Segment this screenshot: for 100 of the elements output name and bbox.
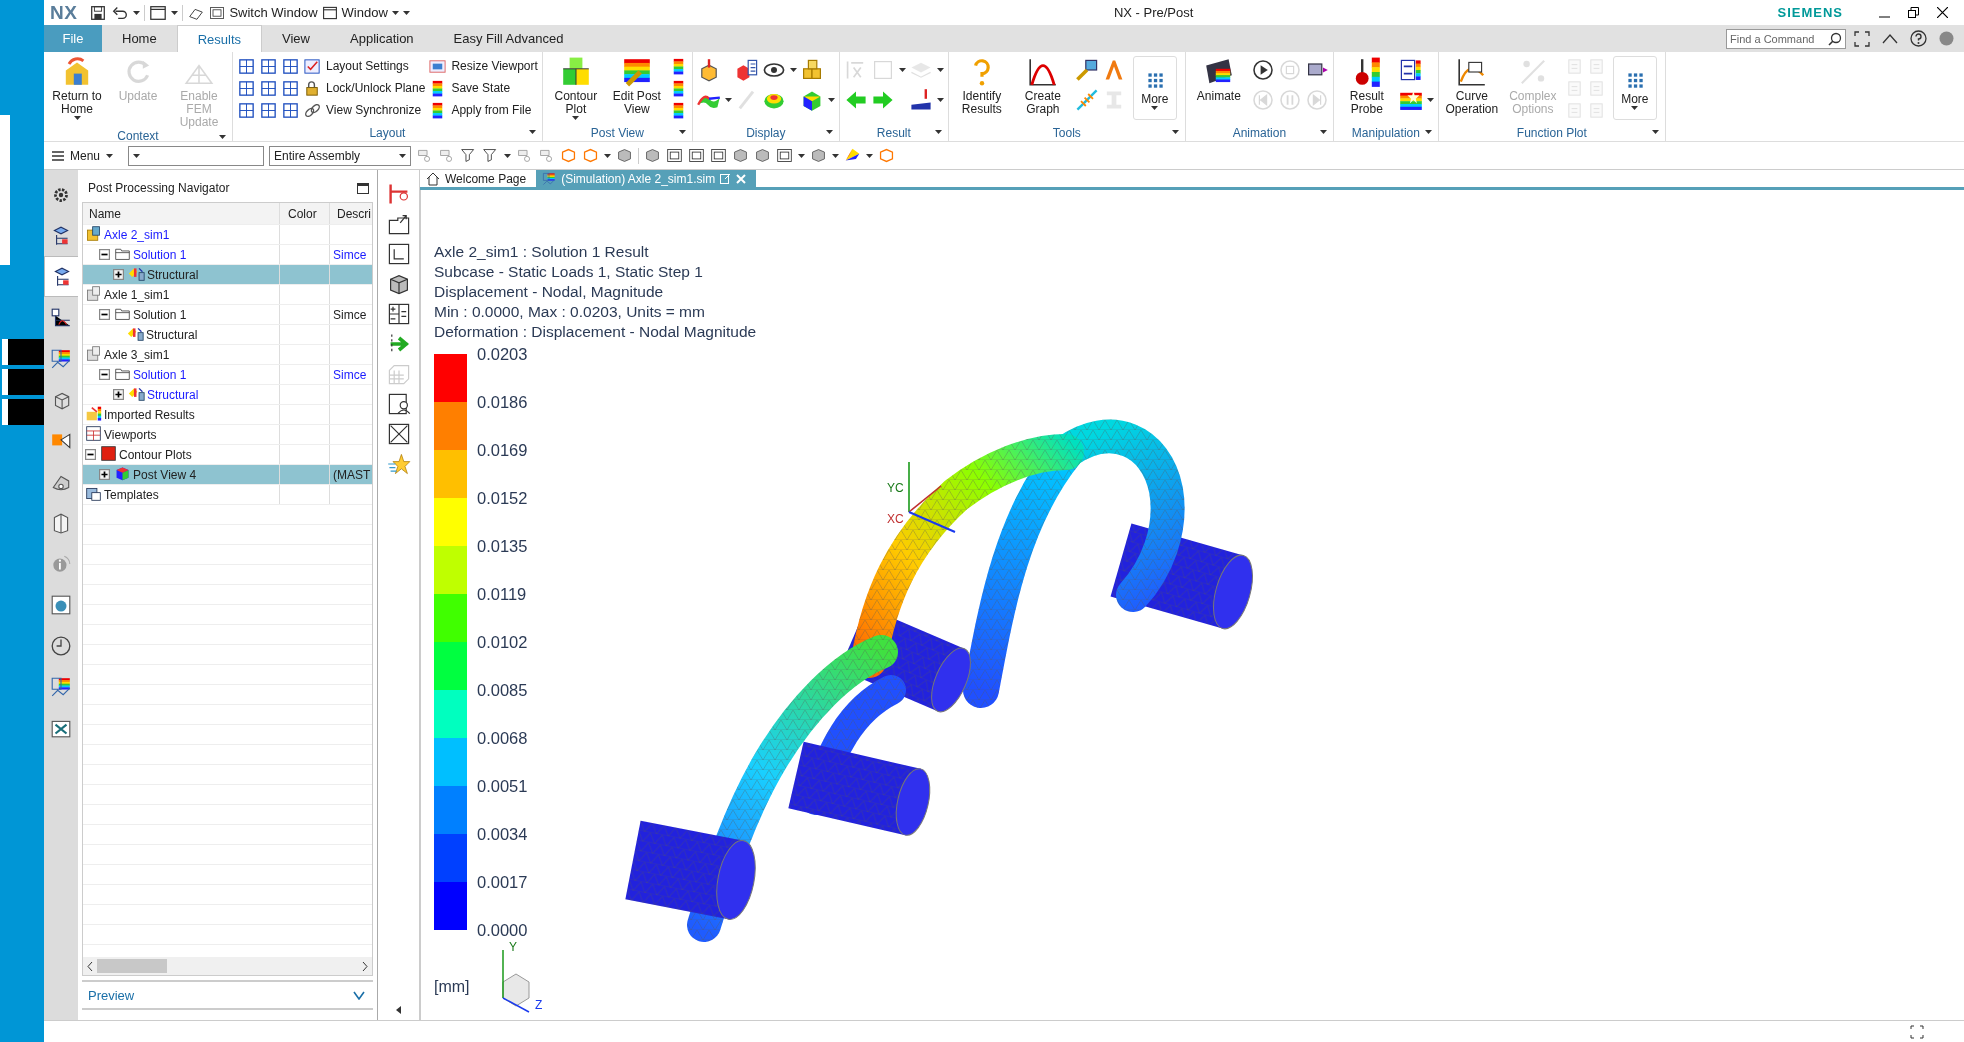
selection-filter-dropdown[interactable] <box>128 145 265 166</box>
tree-row[interactable]: Structural <box>83 385 372 405</box>
status-dot-icon[interactable] <box>1939 31 1954 46</box>
ribbon-button[interactable] <box>281 78 300 98</box>
ribbon-button[interactable] <box>237 78 256 98</box>
scroll-left-icon[interactable] <box>87 961 93 971</box>
command-search-field[interactable]: Find a Command <box>1726 28 1846 49</box>
layout-icon <box>281 56 300 76</box>
ribbon-button[interactable]: Identify Results <box>952 54 1011 124</box>
legend-value: 0.0119 <box>477 584 528 604</box>
tree-row[interactable]: Post View 4 (MAST <box>83 465 372 485</box>
caret-icon <box>678 130 686 134</box>
ribbon-button[interactable]: More <box>1612 56 1657 120</box>
ribbon-button[interactable] <box>259 100 278 120</box>
ribbon-button[interactable] <box>908 90 944 110</box>
ribbon-button[interactable]: More <box>1132 56 1177 120</box>
ribbon-button[interactable]: Edit Post View <box>607 54 666 124</box>
axis-label: Z <box>535 998 543 1012</box>
legend-value: 0.0102 <box>477 632 528 652</box>
ribbon-button[interactable]: Layout Settings <box>303 56 426 76</box>
layout-icon <box>259 78 278 98</box>
legend-value: 0.0186 <box>477 392 528 412</box>
ribbon-button[interactable] <box>1074 60 1099 80</box>
restore-icon[interactable] <box>1908 7 1919 18</box>
help-icon[interactable] <box>1910 30 1927 47</box>
close-icon[interactable] <box>1937 7 1948 18</box>
color-table-icon <box>542 171 557 186</box>
tree-row[interactable]: Viewports <box>83 425 372 445</box>
collapse-icon[interactable] <box>85 449 96 460</box>
ribbon-button[interactable] <box>281 100 300 120</box>
result-info-line: Displacement - Nodal, Magnitude <box>434 282 665 302</box>
scroll-right-icon[interactable] <box>362 961 368 971</box>
previous-icon <box>1250 88 1275 112</box>
menu-button[interactable]: Menu <box>52 148 114 163</box>
layout-icon <box>281 100 300 120</box>
tree-row[interactable]: Solution 1 Simce <box>83 365 372 385</box>
tree-row[interactable]: Structural <box>83 265 372 285</box>
ribbon-button[interactable] <box>1398 90 1434 110</box>
ribbon-button[interactable]: Apply from File <box>428 100 538 120</box>
horizontal-scrollbar[interactable] <box>83 957 372 975</box>
caret-icon <box>825 130 833 134</box>
layout-icon <box>237 100 256 120</box>
tree-row[interactable]: Axle 1_sim1 <box>83 285 372 305</box>
scope-dropdown[interactable]: Entire Assembly <box>269 145 412 166</box>
axis-label: Y <box>509 940 517 954</box>
preview-section-title[interactable]: Preview <box>88 987 135 1003</box>
tree-row[interactable]: Structural <box>83 325 372 345</box>
ribbon-button[interactable] <box>1250 60 1275 80</box>
ribbon-button[interactable]: Animate <box>1189 54 1248 124</box>
column-header[interactable]: Color <box>284 206 317 221</box>
quick-access-button[interactable]: Switch Window <box>209 2 318 23</box>
ribbon-button[interactable]: Create Graph <box>1013 54 1072 124</box>
collapse-icon[interactable] <box>99 369 110 380</box>
detach-icon[interactable] <box>720 173 732 184</box>
ribbon-button[interactable]: Curve Operation <box>1442 54 1501 124</box>
contour-plots-icon <box>100 445 117 462</box>
column-header[interactable]: Name <box>85 206 121 221</box>
expand-icon[interactable] <box>113 389 124 400</box>
expand-icon[interactable] <box>113 269 124 280</box>
tree-row[interactable]: Axle 3_sim1 <box>83 345 372 365</box>
tree-row[interactable]: Axle 2_sim1 <box>83 225 372 245</box>
ribbon-button[interactable]: Return to Home <box>48 54 106 129</box>
collapse-icon[interactable] <box>99 249 110 260</box>
ribbon-button[interactable] <box>237 56 256 76</box>
description-cell: (MAST <box>333 467 371 482</box>
ribbon-button[interactable] <box>734 60 759 80</box>
column-header[interactable]: Descri <box>333 206 371 221</box>
ribbon-button[interactable] <box>761 60 797 80</box>
result-info-line: Axle 2_sim1 : Solution 1 Result <box>434 242 650 262</box>
chevron-down-icon[interactable] <box>353 990 365 1000</box>
ribbon-tab[interactable]: Results <box>176 25 263 52</box>
tree-row[interactable]: Imported Results <box>83 405 372 425</box>
ribbon-button[interactable] <box>281 56 300 76</box>
ribbon-button[interactable]: Lock/Unlock Plane <box>303 78 426 98</box>
ribbon-button[interactable] <box>259 78 278 98</box>
tree-row[interactable]: Solution 1 Simce <box>83 305 372 325</box>
ribbon-tab[interactable]: Application <box>330 25 434 52</box>
full-screen-icon[interactable] <box>1854 30 1870 47</box>
collapse-icon[interactable] <box>99 309 110 320</box>
ribbon-button[interactable] <box>237 100 256 120</box>
ribbon-tab[interactable]: Home <box>102 25 177 52</box>
ribbon-button[interactable] <box>259 56 278 76</box>
full-screen-icon[interactable] <box>1910 1024 1924 1039</box>
collapse-arrow-icon[interactable] <box>396 1006 401 1014</box>
document-tab[interactable]: Welcome Page <box>420 170 537 187</box>
caret-icon <box>832 153 840 158</box>
maximize-icon[interactable] <box>357 182 369 194</box>
quick-access-button[interactable]: Window <box>321 2 399 23</box>
ribbon-tab[interactable]: View <box>262 25 330 52</box>
ribbon-button[interactable]: View Synchronize <box>303 100 426 120</box>
expand-icon[interactable] <box>99 469 110 480</box>
caret-icon <box>73 116 81 120</box>
ribbon-button[interactable]: Result Probe <box>1337 54 1396 124</box>
ribbon-button[interactable]: Contour Plot <box>546 54 605 124</box>
caret-icon <box>604 153 612 158</box>
caret-icon <box>219 135 226 139</box>
ribbon-tab[interactable]: Easy Fill Advanced <box>433 25 584 52</box>
scale-icon <box>908 88 933 112</box>
ribbon-button[interactable]: Resize Viewport <box>428 56 538 76</box>
ribbon-button[interactable]: Save State <box>428 78 538 98</box>
